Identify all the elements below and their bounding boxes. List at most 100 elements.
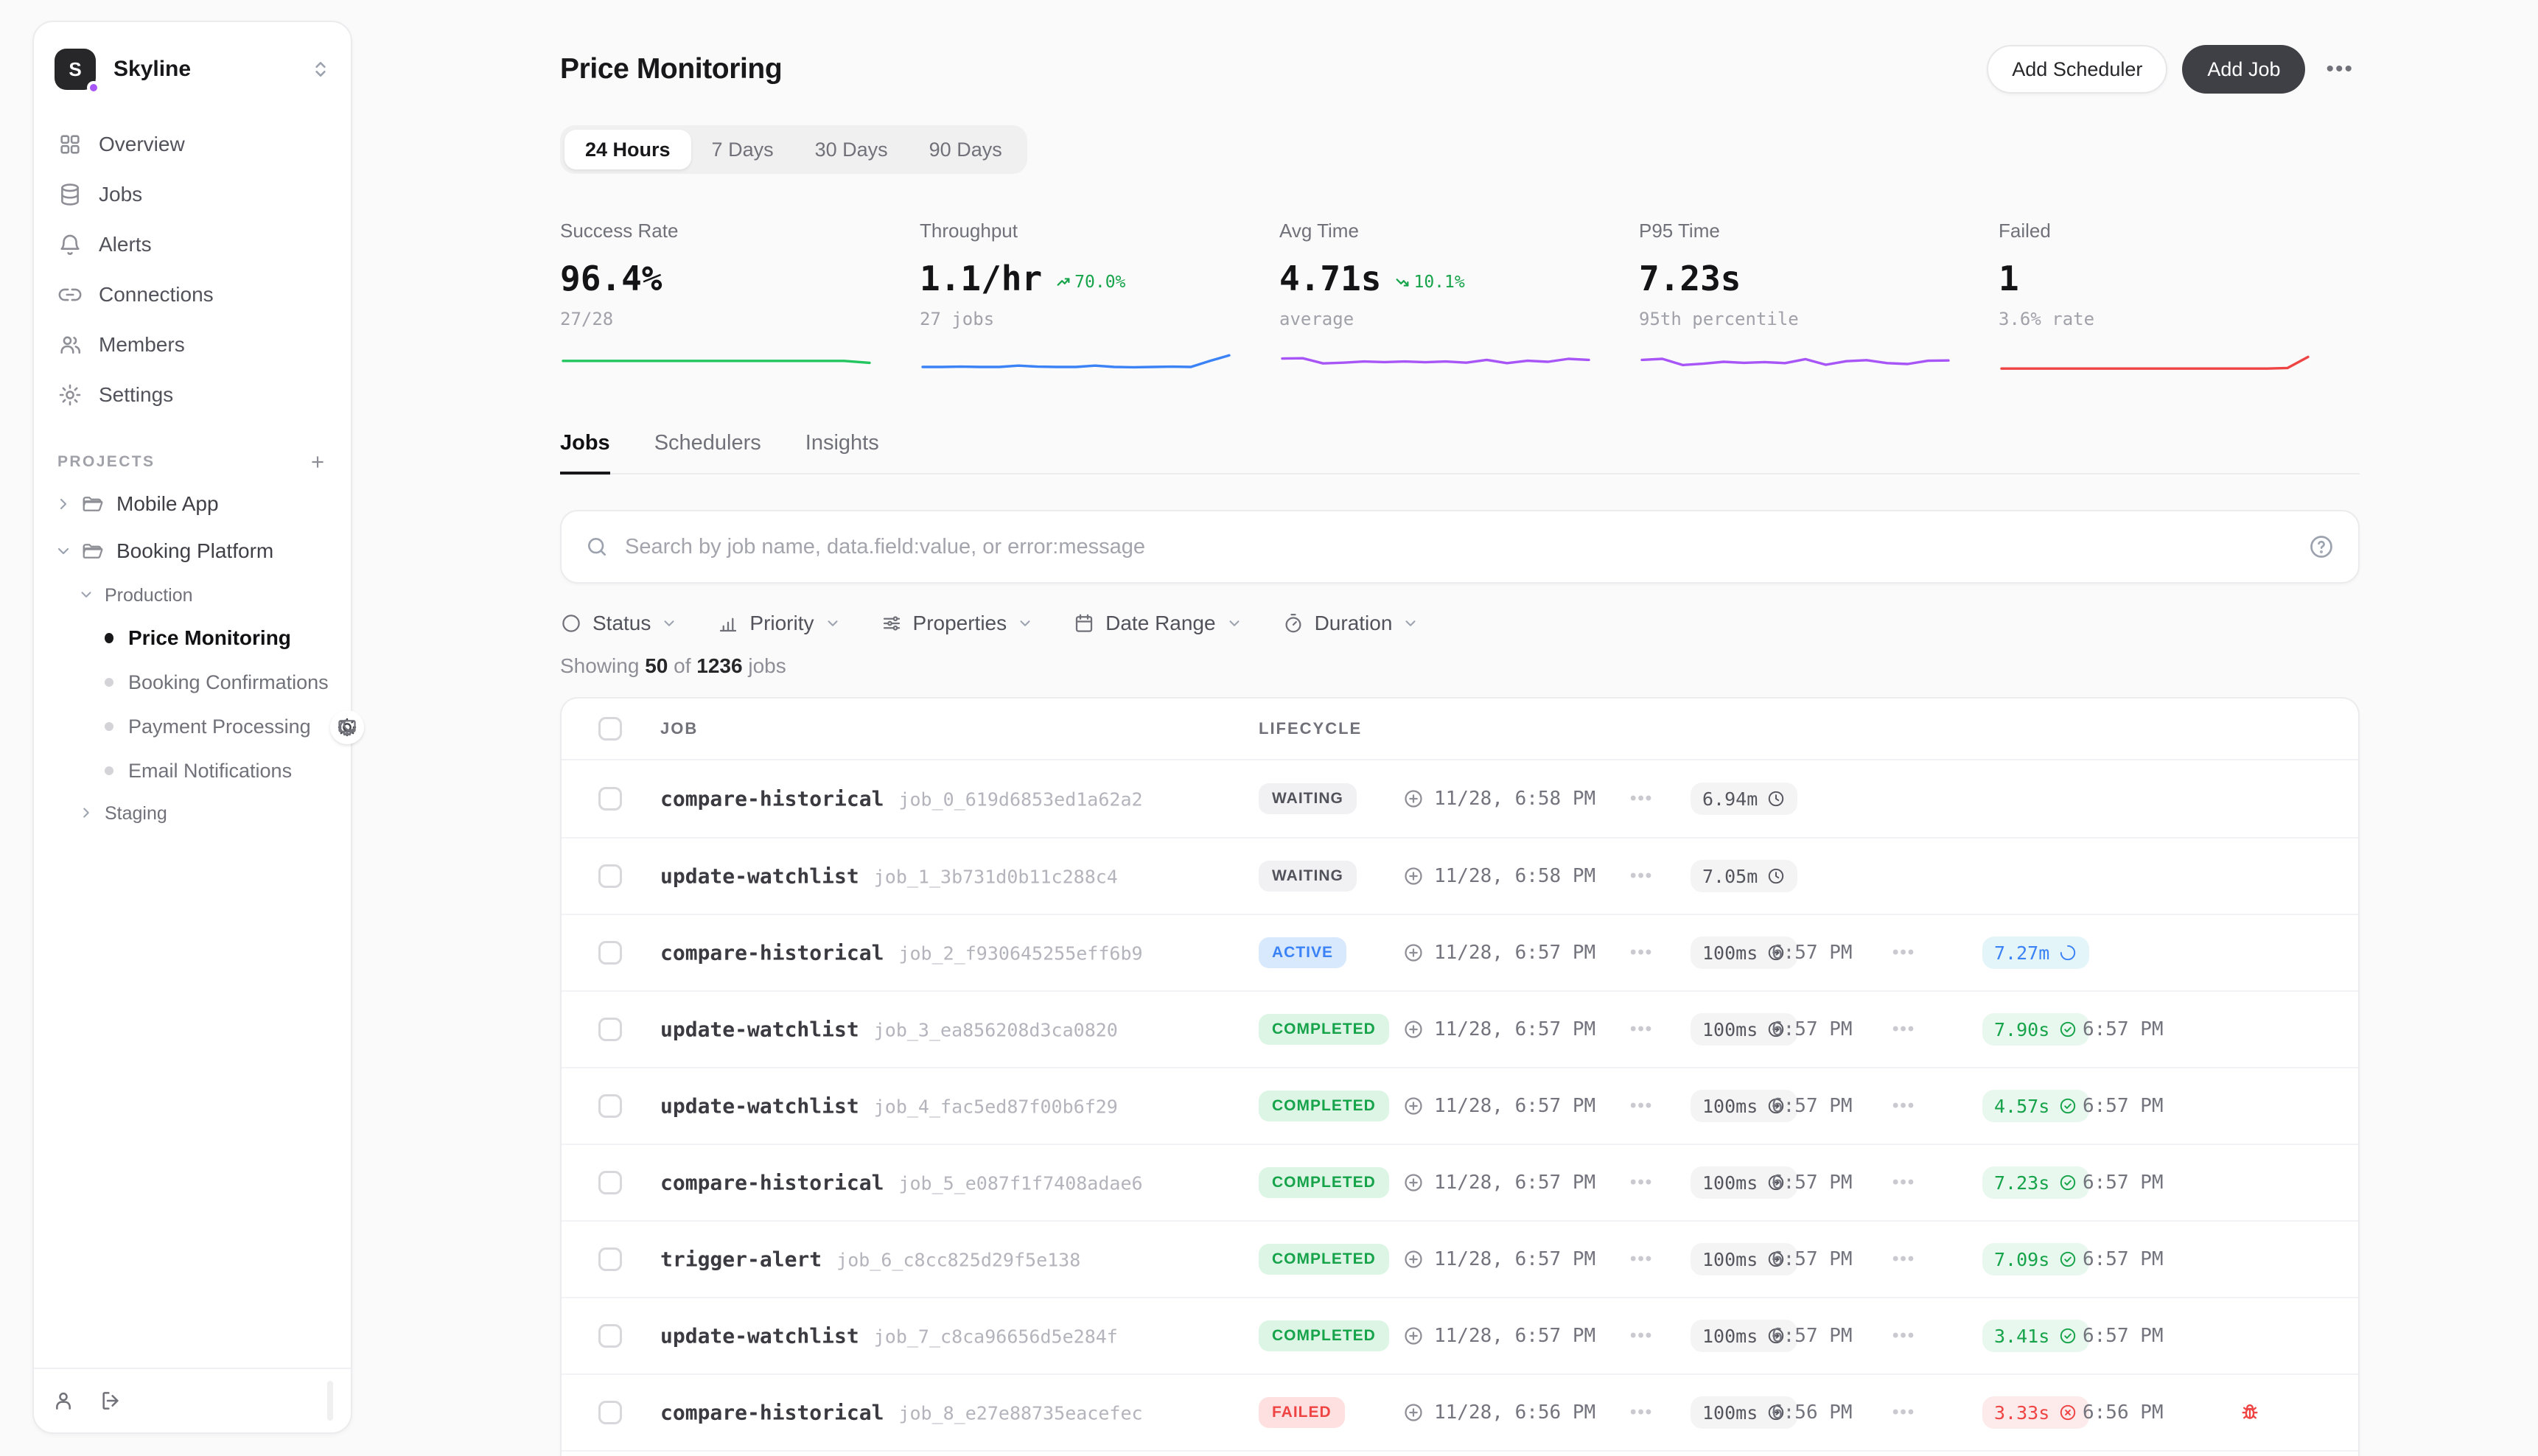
workspace-switcher[interactable]: S Skyline xyxy=(34,22,351,99)
clock-icon xyxy=(1766,867,1786,886)
table-row[interactable]: compare-historical job_2_f930645255eff6b… xyxy=(562,914,2358,990)
table-row[interactable]: trigger-alert job_6_c8cc825d29f5e138 COM… xyxy=(562,1220,2358,1297)
sidebar-item-settings[interactable]: Settings xyxy=(46,370,339,420)
row-checkbox[interactable] xyxy=(598,1171,622,1194)
bug-icon[interactable] xyxy=(2239,1401,2261,1424)
sidebar-item-overview[interactable]: Overview xyxy=(46,119,339,169)
add-scheduler-button[interactable]: Add Scheduler xyxy=(1987,45,2167,94)
nav-label: Members xyxy=(99,333,185,357)
lifecycle-separator: ••• xyxy=(1892,1172,1915,1193)
row-checkbox[interactable] xyxy=(598,941,622,965)
stat-value: 1 xyxy=(1999,259,2019,298)
stat-label: Avg Time xyxy=(1279,220,1639,242)
result-duration-pill: 7.23s xyxy=(1982,1166,2089,1199)
chevron-updown-icon[interactable] xyxy=(311,60,330,79)
sidebar-item-mobile-app[interactable]: Mobile App xyxy=(46,480,339,528)
sidebar-item-members[interactable]: Members xyxy=(46,320,339,370)
row-checkbox[interactable] xyxy=(598,1247,622,1271)
sidebar-item-production[interactable]: Production xyxy=(46,575,339,616)
table-row[interactable]: update-watchlist job_4_fac5ed87f00b6f29 … xyxy=(562,1067,2358,1144)
row-checkbox[interactable] xyxy=(598,1401,622,1424)
row-checkbox[interactable] xyxy=(598,1324,622,1348)
system-theme-monitor-icon[interactable] xyxy=(330,710,364,744)
table-row[interactable]: compare-historical job_8_e27e88735eacefe… xyxy=(562,1373,2358,1450)
chevron-down-icon[interactable] xyxy=(55,542,72,560)
row-checkbox[interactable] xyxy=(598,787,622,811)
result-count: Showing 50 of 1236 jobs xyxy=(560,654,2360,678)
scheduled-time-text: 11/28, 6:57 PM xyxy=(1434,1018,1595,1040)
scheduled-time-text: 11/28, 6:57 PM xyxy=(1434,1325,1595,1347)
circle-plus-icon xyxy=(1403,1019,1424,1040)
tab-jobs[interactable]: Jobs xyxy=(560,431,610,473)
start-time: 6:57 PM xyxy=(1772,1095,1853,1117)
scheduled-time: 11/28, 6:57 PM xyxy=(1403,1248,1595,1270)
filter-status[interactable]: Status xyxy=(560,612,677,635)
lifecycle-separator: ••• xyxy=(1892,1402,1915,1423)
user-icon[interactable] xyxy=(52,1389,75,1413)
filter-date-range[interactable]: Date Range xyxy=(1073,612,1242,635)
sidebar-item-staging[interactable]: Staging xyxy=(46,793,339,834)
end-time: 6:57 PM xyxy=(2083,1248,2164,1270)
scheduled-time: 11/28, 6:58 PM xyxy=(1403,788,1595,810)
clock-icon xyxy=(1766,789,1786,808)
sidebar-item-alerts[interactable]: Alerts xyxy=(46,220,339,270)
sidebar-item-booking-platform[interactable]: Booking Platform xyxy=(46,528,339,575)
job-id: job_5_e087f1f7408adae6 xyxy=(898,1173,1142,1194)
status-badge: COMPLETED xyxy=(1259,1244,1389,1275)
jobs-table: JOB LIFECYCLE compare-historical job_0_6… xyxy=(560,697,2360,1456)
row-checkbox[interactable] xyxy=(598,1018,622,1041)
sidebar-item-payment-processing[interactable]: Payment Processing xyxy=(46,704,339,749)
section-tabs: Jobs Schedulers Insights xyxy=(560,431,2360,475)
time-range-30-days[interactable]: 30 Days xyxy=(794,130,909,169)
chevron-right-icon[interactable] xyxy=(55,495,72,513)
row-checkbox[interactable] xyxy=(598,1094,622,1118)
table-row[interactable]: compare-historical job_5_e087f1f7408adae… xyxy=(562,1144,2358,1220)
table-row[interactable]: check-price job_999_6880c54b84486783 COM… xyxy=(562,1450,2358,1456)
summary-of: of xyxy=(674,654,691,677)
filter-priority[interactable]: Priority xyxy=(717,612,840,635)
time-range-24-hours[interactable]: 24 Hours xyxy=(564,130,691,169)
tab-insights[interactable]: Insights xyxy=(805,431,879,473)
tab-schedulers[interactable]: Schedulers xyxy=(654,431,761,473)
job-id: job_0_619d6853ed1a62a2 xyxy=(898,789,1142,811)
table-row[interactable]: update-watchlist job_3_ea856208d3ca0820 … xyxy=(562,990,2358,1067)
search-input[interactable] xyxy=(625,535,2308,559)
folder-icon xyxy=(81,493,103,515)
queue-duration-text: 100ms xyxy=(1702,1019,1758,1040)
time-range-7-days[interactable]: 7 Days xyxy=(691,130,794,169)
job-id: job_7_c8ca96656d5e284f xyxy=(874,1326,1118,1348)
filter-properties[interactable]: Properties xyxy=(881,612,1034,635)
table-row[interactable]: update-watchlist job_7_c8ca96656d5e284f … xyxy=(562,1297,2358,1373)
projects-header: PROJECTS xyxy=(34,420,351,480)
sidebar-item-price-monitoring[interactable]: Price Monitoring xyxy=(46,616,339,660)
chevron-right-icon[interactable] xyxy=(78,805,96,822)
scheduled-time: 11/28, 6:56 PM xyxy=(1403,1401,1595,1424)
sidebar-item-email-notifications[interactable]: Email Notifications xyxy=(46,749,339,793)
select-all-checkbox[interactable] xyxy=(598,717,622,741)
logout-icon[interactable] xyxy=(99,1389,122,1413)
sidebar-nav: OverviewJobsAlertsConnections Members Sett… xyxy=(34,99,351,420)
sidebar-item-booking-confirmations[interactable]: Booking Confirmations xyxy=(46,660,339,704)
stat-value: 4.71s xyxy=(1279,259,1381,298)
time-range-90-days[interactable]: 90 Days xyxy=(909,130,1023,169)
table-row[interactable]: update-watchlist job_1_3b731d0b11c288c4 … xyxy=(562,837,2358,914)
help-icon[interactable] xyxy=(2308,533,2335,560)
row-checkbox[interactable] xyxy=(598,864,622,888)
job-name: compare-historical xyxy=(660,941,884,965)
sidebar-item-connections[interactable]: Connections xyxy=(46,270,339,320)
table-row[interactable]: compare-historical job_0_619d6853ed1a62a… xyxy=(562,760,2358,837)
add-project-icon[interactable] xyxy=(308,452,327,472)
main-content: Price Monitoring Add Scheduler Add Job •… xyxy=(560,0,2360,1456)
chevron-down-icon[interactable] xyxy=(78,587,96,604)
more-options-button[interactable]: ••• xyxy=(2320,57,2360,82)
filter-duration[interactable]: Duration xyxy=(1282,612,1419,635)
chevron-down-icon xyxy=(825,615,841,631)
scheduled-time-text: 11/28, 6:57 PM xyxy=(1434,1248,1595,1270)
lifecycle-separator: ••• xyxy=(1892,1096,1915,1116)
chevron-down-icon xyxy=(1017,615,1033,631)
sidebar-item-jobs[interactable]: Jobs xyxy=(46,169,339,220)
add-job-button[interactable]: Add Job xyxy=(2182,45,2305,94)
users-icon xyxy=(57,332,83,357)
circle-plus-icon xyxy=(1403,1172,1424,1193)
queue-duration-text: 100ms xyxy=(1702,1172,1758,1194)
